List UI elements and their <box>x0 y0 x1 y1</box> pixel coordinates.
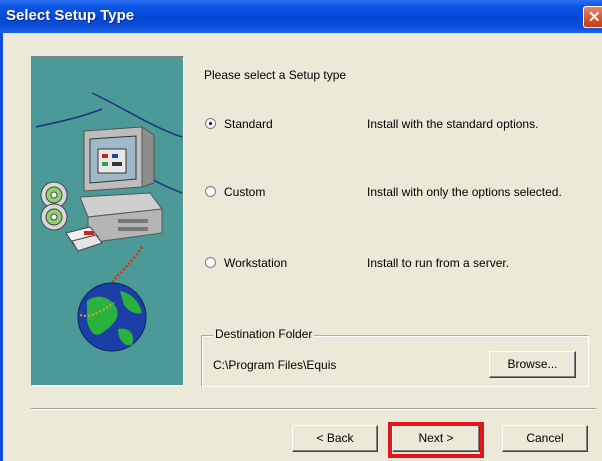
custom-description: Install with only the options selected. <box>367 185 562 199</box>
title-bar[interactable]: Select Setup Type ✕ <box>0 0 602 33</box>
computer-monitor-icon <box>79 126 163 244</box>
globe-icon <box>77 282 147 352</box>
cd-disc-icon <box>40 181 68 231</box>
next-button-highlight <box>388 422 484 458</box>
close-icon: ✕ <box>588 9 601 26</box>
custom-label[interactable]: Custom <box>224 185 265 199</box>
setup-illustration <box>31 56 184 386</box>
standard-radio[interactable] <box>205 118 216 129</box>
workstation-radio[interactable] <box>205 257 216 268</box>
browse-button[interactable]: Browse... <box>489 351 576 378</box>
cancel-button[interactable]: Cancel <box>502 425 588 452</box>
window-frame-left <box>0 33 3 461</box>
standard-description: Install with the standard options. <box>367 117 539 131</box>
footer-separator <box>31 408 596 410</box>
back-button[interactable]: < Back <box>292 425 378 452</box>
standard-label[interactable]: Standard <box>224 117 273 131</box>
window-title: Select Setup Type <box>6 7 135 24</box>
setup-dialog: Select Setup Type ✕ Please select a Setu… <box>0 0 602 461</box>
setup-type-prompt: Please select a Setup type <box>204 68 347 82</box>
close-button[interactable]: ✕ <box>583 6 602 28</box>
workstation-label[interactable]: Workstation <box>224 256 287 270</box>
destination-path: C:\Program Files\Equis <box>213 358 337 372</box>
destination-folder-label: Destination Folder <box>213 327 315 341</box>
custom-radio[interactable] <box>205 186 216 197</box>
workstation-description: Install to run from a server. <box>367 256 510 270</box>
